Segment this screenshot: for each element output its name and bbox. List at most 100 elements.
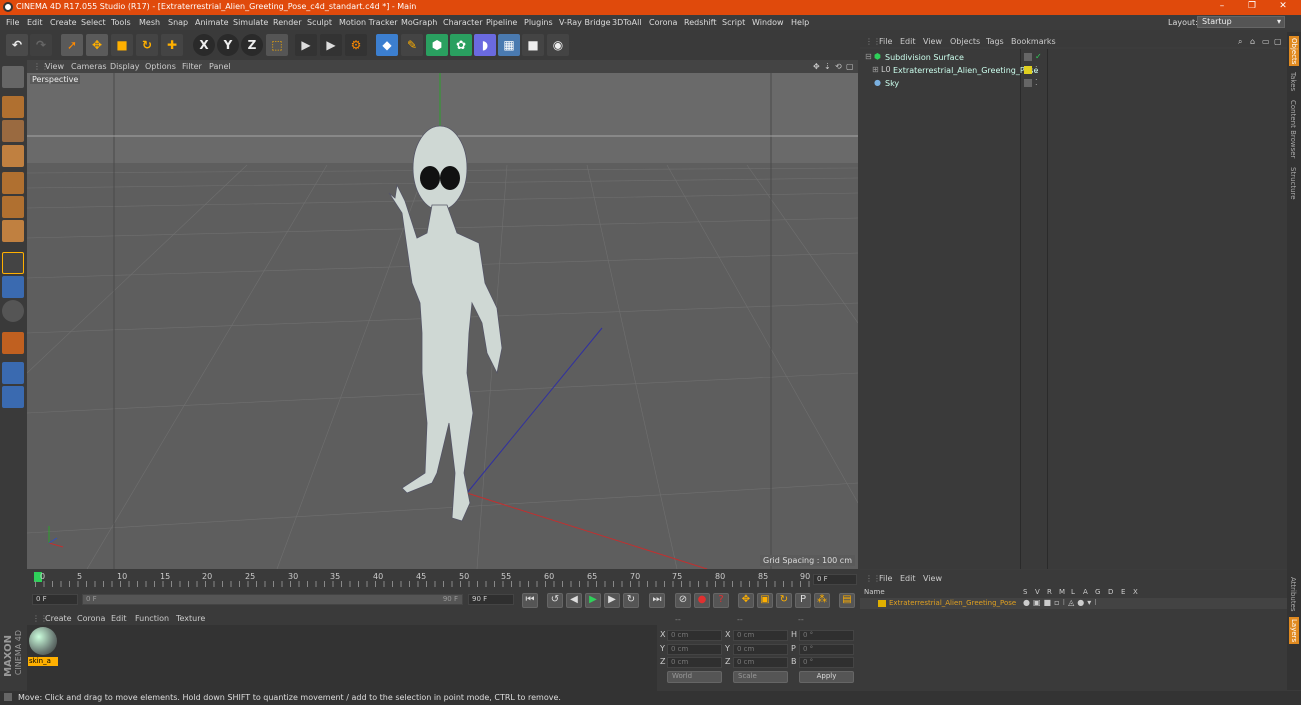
play-icon[interactable]: ▶ xyxy=(585,593,601,608)
menu-mograph[interactable]: MoGraph xyxy=(401,18,437,27)
edges-mode-icon[interactable] xyxy=(2,196,24,218)
expand-icon[interactable]: ⊞ xyxy=(872,65,879,74)
collapse-icon[interactable]: ⊟ xyxy=(865,52,872,61)
cloner-icon[interactable]: ✿ xyxy=(450,34,472,56)
menu-pipeline[interactable]: Pipeline xyxy=(486,18,517,27)
auto-key-icon[interactable]: ● xyxy=(694,593,710,608)
make-editable-icon[interactable] xyxy=(2,66,24,88)
layer-name[interactable]: Extraterrestrial_Alien_Greeting_Pose xyxy=(889,599,1016,607)
objects-menu-bookmarks[interactable]: Bookmarks xyxy=(1011,37,1056,46)
undo-icon[interactable]: ↶ xyxy=(6,34,28,56)
render-settings-icon[interactable]: ⚙ xyxy=(345,34,367,56)
size-z-field[interactable]: 0 cm xyxy=(733,657,788,668)
restore-button[interactable]: ❐ xyxy=(1237,1,1267,14)
pos-x-field[interactable]: 0 cm xyxy=(667,630,722,641)
layers-menu-file[interactable]: File xyxy=(879,574,892,583)
rot-h-field[interactable]: 0 ° xyxy=(799,630,854,641)
layer-swatch[interactable] xyxy=(1024,66,1032,74)
object-row[interactable]: ⊞ L0 Extraterrestrial_Alien_Greeting_Pos… xyxy=(860,65,1287,78)
layers-menu-edit[interactable]: Edit xyxy=(900,574,916,583)
keyframe-selection-icon[interactable]: ? xyxy=(713,593,729,608)
visibility-dots-icon[interactable]: ⁚ xyxy=(1035,78,1038,87)
key-rotation-icon[interactable]: ↻ xyxy=(776,593,792,608)
layers-menu-view[interactable]: View xyxy=(923,574,942,583)
coord-system-dropdown[interactable]: World xyxy=(667,671,722,683)
layer-swatch[interactable] xyxy=(1024,79,1032,87)
texture-mode-icon[interactable] xyxy=(2,120,24,142)
y-axis-lock-button[interactable]: Y xyxy=(217,34,239,56)
key-parameter-icon[interactable]: P xyxy=(795,593,811,608)
viewport-menu-display[interactable]: Display xyxy=(110,62,140,71)
pos-z-field[interactable]: 0 cm xyxy=(667,657,722,668)
render-view-icon[interactable]: ▶ xyxy=(295,34,317,56)
deformer-icon[interactable]: ◗ xyxy=(474,34,496,56)
model-mode-icon[interactable] xyxy=(2,96,24,118)
rotate-tool-icon[interactable]: ↻ xyxy=(136,34,158,56)
magnet-icon[interactable] xyxy=(2,332,24,354)
rotate-view-icon[interactable]: ⟲ xyxy=(835,62,842,71)
viewport-menu-panel[interactable]: Panel xyxy=(209,62,231,71)
lock-workplane-icon[interactable] xyxy=(2,362,24,384)
size-mode-dropdown[interactable]: Scale xyxy=(733,671,788,683)
rot-p-field[interactable]: 0 ° xyxy=(799,644,854,655)
apply-button[interactable]: Apply xyxy=(799,671,854,683)
object-name[interactable]: Subdivision Surface xyxy=(885,53,964,62)
next-frame-icon[interactable]: ▶ xyxy=(604,593,620,608)
objects-menu-edit[interactable]: Edit xyxy=(900,37,916,46)
record-key-icon[interactable]: ⊘ xyxy=(675,593,691,608)
viewport-menu-options[interactable]: Options xyxy=(145,62,176,71)
camera-icon[interactable]: ■ xyxy=(522,34,544,56)
layout-dropdown[interactable]: Startup ▾ xyxy=(1197,16,1285,28)
key-pla-icon[interactable]: ⁂ xyxy=(814,593,830,608)
pos-y-field[interactable]: 0 cm xyxy=(667,644,722,655)
move-tool-icon[interactable]: ✥ xyxy=(86,34,108,56)
menu-help[interactable]: Help xyxy=(791,18,809,27)
visibility-dots-icon[interactable]: ⁚ xyxy=(1035,65,1038,74)
objects-menu-file[interactable]: File xyxy=(879,37,892,46)
enabled-check-icon[interactable]: ✓ xyxy=(1035,52,1042,61)
polygons-mode-icon[interactable] xyxy=(2,220,24,242)
x-axis-lock-button[interactable]: X xyxy=(193,34,215,56)
layer-swatch[interactable] xyxy=(1024,53,1032,61)
render-picture-viewer-icon[interactable]: ▶ xyxy=(320,34,342,56)
start-frame-field[interactable]: 0 F xyxy=(32,594,78,605)
material-menu-edit[interactable]: Edit xyxy=(111,614,127,623)
snap-icon[interactable] xyxy=(2,300,24,322)
timeline-window-icon[interactable]: ▤ xyxy=(839,593,855,608)
material-preview-sphere[interactable] xyxy=(29,627,57,655)
prev-key-icon[interactable]: ↺ xyxy=(547,593,563,608)
material-menu-function[interactable]: Function xyxy=(135,614,169,623)
menu-edit[interactable]: Edit xyxy=(27,18,43,27)
axis-mode-icon[interactable] xyxy=(2,252,24,274)
subdivision-surface-icon[interactable]: ⬢ xyxy=(426,34,448,56)
cube-object-icon[interactable]: ◆ xyxy=(376,34,398,56)
viewport-menu-cameras[interactable]: Cameras xyxy=(71,62,107,71)
goto-start-icon[interactable]: ⏮ xyxy=(522,593,538,608)
prev-frame-icon[interactable]: ◀ xyxy=(566,593,582,608)
size-x-field[interactable]: 0 cm xyxy=(733,630,788,641)
home-icon[interactable]: ⌂ xyxy=(1250,37,1255,46)
tab-structure[interactable]: Structure xyxy=(1289,167,1297,200)
lock-view-icon[interactable]: ▢ xyxy=(1274,37,1282,46)
material-menu-texture[interactable]: Texture xyxy=(176,614,205,623)
menu-render[interactable]: Render xyxy=(273,18,301,27)
maximize-view-icon[interactable]: ▢ xyxy=(846,62,854,71)
minimize-button[interactable]: – xyxy=(1207,1,1237,14)
tab-objects[interactable]: Objects xyxy=(1289,36,1299,67)
menu-redshift[interactable]: Redshift xyxy=(684,18,716,27)
points-mode-icon[interactable] xyxy=(2,172,24,194)
tab-attributes[interactable]: Attributes xyxy=(1289,577,1297,612)
workplane-mode-icon[interactable] xyxy=(2,145,24,167)
3d-viewport[interactable]: Perspective Grid Spacing : 100 cm xyxy=(27,73,858,569)
size-y-field[interactable]: 0 cm xyxy=(733,644,788,655)
material-name[interactable]: skin_a xyxy=(28,657,58,666)
key-scale-icon[interactable]: ▣ xyxy=(757,593,773,608)
rot-b-field[interactable]: 0 ° xyxy=(799,657,854,668)
menu-script[interactable]: Script xyxy=(722,18,745,27)
menu-animate[interactable]: Animate xyxy=(195,18,229,27)
current-frame-field[interactable]: 0 F xyxy=(813,574,857,585)
menu-motion-tracker[interactable]: Motion Tracker xyxy=(339,18,398,27)
timeline-ruler[interactable]: 0 5 10 15 20 25 30 35 40 45 50 55 60 65 … xyxy=(27,570,858,592)
frame-range-slider[interactable]: 0 F 90 F xyxy=(82,594,463,605)
menu-mesh[interactable]: Mesh xyxy=(139,18,160,27)
